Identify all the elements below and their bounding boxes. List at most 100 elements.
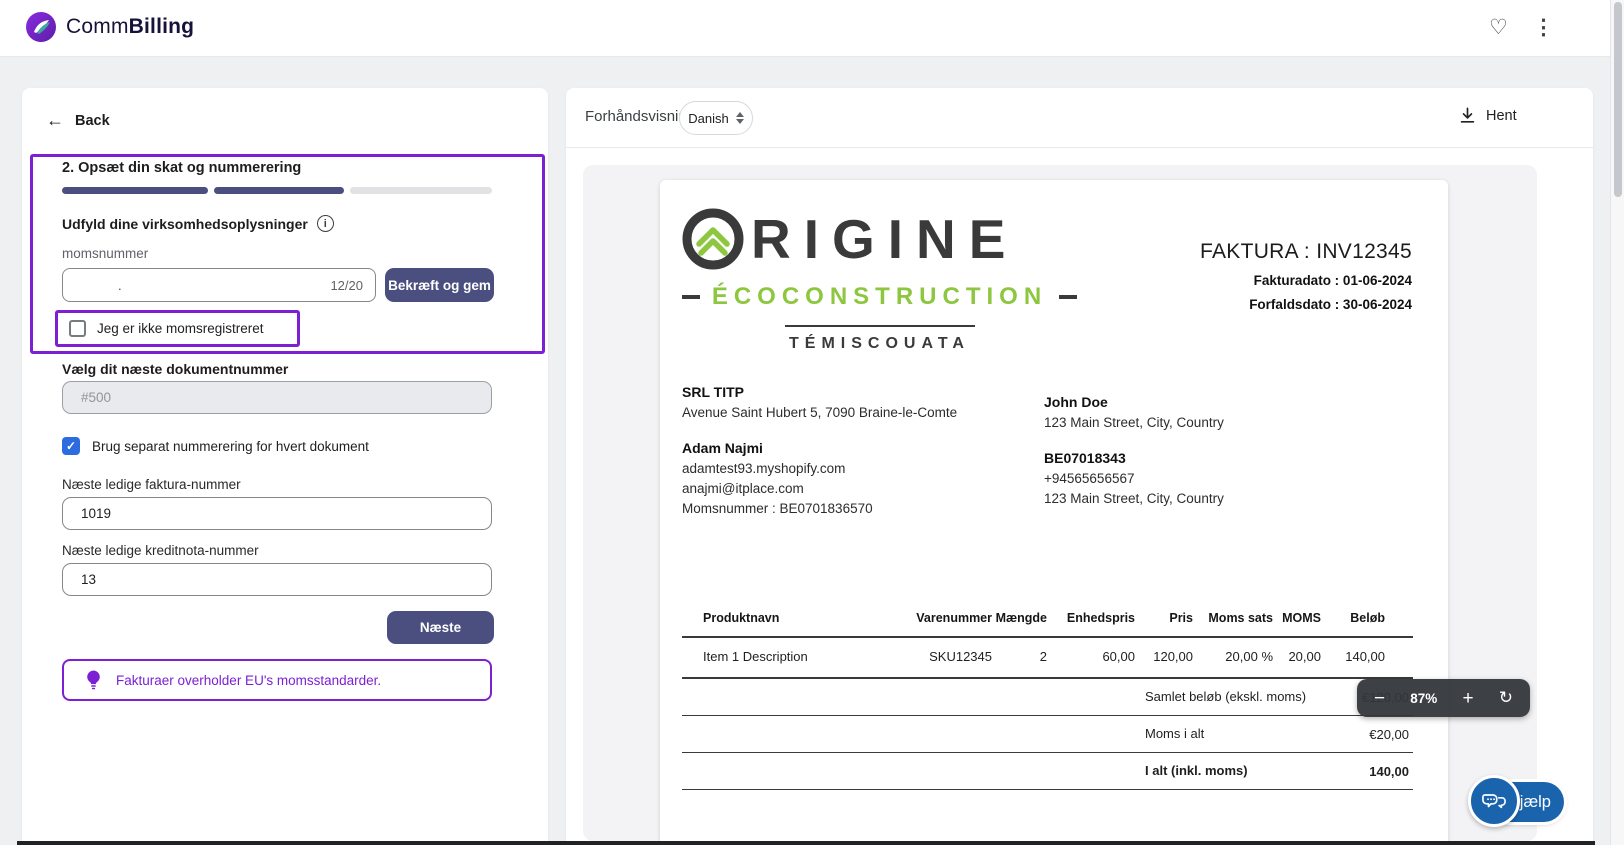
cell-product: Item 1 Description <box>703 649 808 664</box>
step-title: 2. Opsæt din skat og nummerering <box>62 160 302 176</box>
grand-total-value: 140,00 <box>1369 763 1409 779</box>
due-date: Forfaldsdato : 30-06-2024 <box>1249 297 1412 312</box>
credit-note-number-input[interactable]: 13 <box>62 563 492 596</box>
progress-segment-todo <box>350 187 492 194</box>
back-label: Back <box>75 112 110 129</box>
total-row-subtotal: Samlet beløb (ekskl. moms) €120,00 <box>682 678 1413 716</box>
credit-note-number-label: Næste ledige kreditnota-nummer <box>62 543 259 558</box>
customer-address: 123 Main Street, City, Country <box>1044 415 1224 430</box>
vat-number-label: momsnummer <box>62 246 149 261</box>
not-vat-registered-checkbox[interactable] <box>69 320 86 337</box>
window-bottom-edge <box>17 841 1595 845</box>
company-address: Avenue Saint Hubert 5, 7090 Braine-le-Co… <box>682 405 958 420</box>
table-header-row: Produktnavn Varenummer Mængde Enhedspris… <box>682 605 1413 637</box>
scrollbar-thumb[interactable] <box>1614 2 1622 197</box>
favorite-heart-icon[interactable]: ♡ <box>1489 17 1508 39</box>
company-block: SRL TITP Avenue Saint Hubert 5, 7090 Bra… <box>682 384 957 420</box>
col-moms: MOMS <box>1282 611 1321 625</box>
cell-sku: SKU12345 <box>929 649 992 664</box>
col-moms-sats: Moms sats <box>1208 611 1273 625</box>
progress-segment-done <box>62 187 208 194</box>
sender-email: anajmi@itplace.com <box>682 481 804 496</box>
logo-region: TÉMISCOUATA <box>789 335 970 352</box>
compliance-note-box: Fakturaer overholder EU's momsstandarder… <box>62 659 492 701</box>
settings-panel: ← Back 2. Opsæt din skat og nummerering … <box>22 88 548 841</box>
zoom-out-button[interactable]: − <box>1374 689 1385 708</box>
col-enhedspris: Enhedspris <box>1066 611 1135 625</box>
app-logo[interactable]: CommBilling <box>26 12 194 42</box>
pdf-viewer-area: RIGINE ÉCOCONSTRUCTION TÉMISCOUATA FAKTU… <box>583 165 1537 841</box>
col-maengde: Mængde <box>995 611 1047 625</box>
more-options-icon[interactable]: ⋮ <box>1533 17 1554 39</box>
vat-checkbox-highlight-box: Jeg er ikke momsregistreret <box>55 310 300 347</box>
vat-number-value: . <box>118 277 122 293</box>
invoice-title: FAKTURA : INV12345 <box>1200 240 1412 263</box>
invoice-header: FAKTURA : INV12345 Fakturadato : 01-06-2… <box>1200 240 1412 312</box>
invoice-logo: RIGINE ÉCOCONSTRUCTION TÉMISCOUATA <box>682 208 1077 353</box>
customer-block: John Doe 123 Main Street, City, Country <box>1044 394 1224 430</box>
vat-contact-address: 123 Main Street, City, Country <box>1044 491 1224 506</box>
total-row-vat: Moms i alt €20,00 <box>682 716 1413 753</box>
separate-numbering-checkbox[interactable]: ✓ <box>62 437 80 455</box>
logo-dash <box>1059 295 1077 299</box>
credit-note-number-value: 13 <box>81 572 97 587</box>
document-number-label: Vælg dit næste dokumentnummer <box>62 361 289 377</box>
cell-qty: 2 <box>1039 649 1047 664</box>
col-beloeb: Beløb <box>1350 611 1385 625</box>
logo-icon <box>26 12 56 42</box>
next-button[interactable]: Næste <box>387 611 494 644</box>
info-icon[interactable]: i <box>316 215 334 232</box>
invoice-date: Fakturadato : 01-06-2024 <box>1253 273 1412 288</box>
download-button[interactable]: Hent <box>1458 106 1517 125</box>
lightbulb-icon <box>87 670 100 690</box>
invoice-number-input[interactable]: 1019 <box>62 497 492 530</box>
cell-vat-rate: 20,00 % <box>1225 649 1273 664</box>
col-pris: Pris <box>1169 611 1193 625</box>
section-title: Udfyld dine virksomhedsoplysninger <box>62 215 308 232</box>
cell-vat: 20,00 <box>1288 649 1321 664</box>
sender-block: Adam Najmi adamtest93.myshopify.com anaj… <box>682 440 873 516</box>
invoice-number-value: 1019 <box>81 506 112 521</box>
logo-subtitle: ÉCOCONSTRUCTION <box>711 283 1048 310</box>
cell-unit-price: 60,00 <box>1102 649 1135 664</box>
help-chat-icon[interactable] <box>1468 775 1520 827</box>
vat-contact-block: BE07018343 +94565656567 123 Main Street,… <box>1044 450 1224 506</box>
vat-number-input[interactable]: . 12/20 <box>62 268 376 302</box>
progress-segment-done <box>214 187 344 194</box>
cell-price: 120,00 <box>1153 649 1193 664</box>
col-produktnavn: Produktnavn <box>703 611 780 625</box>
cell-amount: 140,00 <box>1345 649 1385 664</box>
table-row: Item 1 Description SKU12345 2 60,00 120,… <box>682 637 1413 678</box>
back-arrow-icon: ← <box>46 110 64 130</box>
invoice-table: Produktnavn Varenummer Mængde Enhedspris… <box>682 605 1413 790</box>
vat-contact-phone: +94565656567 <box>1044 471 1135 486</box>
confirm-save-button[interactable]: Bekræft og gem <box>385 268 494 302</box>
top-bar: CommBilling ♡ ⋮ <box>0 0 1624 57</box>
sender-name: Adam Najmi <box>682 440 763 456</box>
separate-numbering-label: Brug separat nummerering for hvert dokum… <box>92 438 369 454</box>
customer-name: John Doe <box>1044 394 1108 410</box>
zoom-in-button[interactable]: + <box>1462 689 1473 708</box>
back-button[interactable]: ← Back <box>46 110 110 131</box>
zoom-reset-icon[interactable]: ↻ <box>1499 688 1513 708</box>
document-number-input-disabled: #500 <box>62 381 492 414</box>
grand-total-label: I alt (inkl. moms) <box>1145 763 1248 778</box>
sender-shop: adamtest93.myshopify.com <box>682 461 846 476</box>
brand-name: CommBilling <box>66 15 195 38</box>
col-varenummer: Varenummer <box>916 611 992 625</box>
origine-o-icon <box>682 208 744 270</box>
invoice-number-label: Næste ledige faktura-nummer <box>62 477 241 492</box>
document-number-placeholder: #500 <box>81 390 112 405</box>
language-select[interactable]: Danish <box>679 101 753 135</box>
language-value: Danish <box>688 110 729 126</box>
select-arrows-icon <box>735 112 744 124</box>
page-scrollbar[interactable] <box>1610 0 1624 845</box>
vat-total-value: €20,00 <box>1369 726 1409 742</box>
vat-contact-id: BE07018343 <box>1044 450 1126 466</box>
zoom-control: − 87% + ↻ <box>1357 679 1530 717</box>
zoom-level: 87% <box>1410 690 1438 706</box>
subtotal-label: Samlet beløb (ekskl. moms) <box>1145 689 1307 704</box>
download-label: Hent <box>1486 107 1517 124</box>
char-counter: 12/20 <box>330 277 363 293</box>
logo-rule <box>784 325 975 327</box>
